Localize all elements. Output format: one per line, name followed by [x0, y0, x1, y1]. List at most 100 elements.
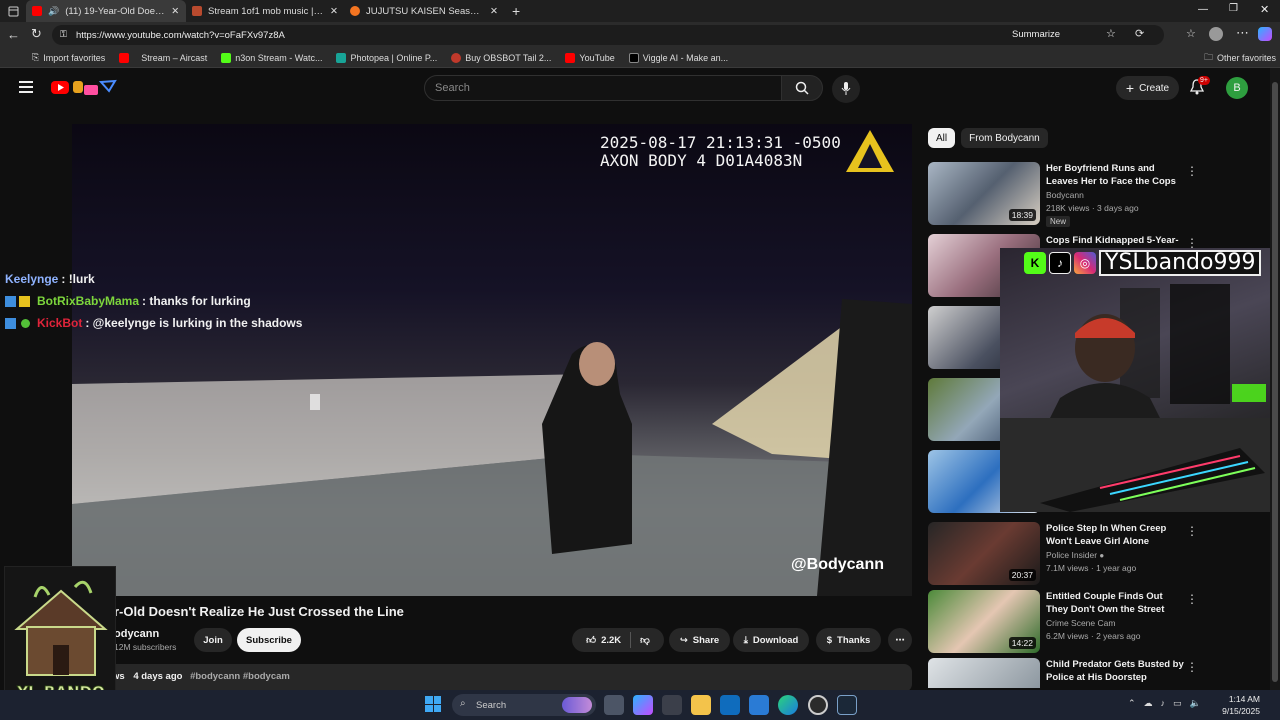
like-button[interactable]: 👍︎ 2.2K — [586, 634, 621, 647]
video-title[interactable]: Cops Find Kidnapped 5-Year- — [1046, 234, 1186, 247]
channel-name[interactable]: Bodycann — [1046, 190, 1084, 200]
thumbs-up-icon: 👍︎ — [586, 635, 597, 646]
favorite-n3on[interactable]: n3on Stream - Watc... — [221, 52, 322, 63]
chat-text: : !lurk — [61, 272, 95, 286]
favorite-photopea[interactable]: Photopea | Online P... — [336, 52, 438, 63]
favorite-import[interactable]: ⎘ Import favorites — [32, 52, 105, 63]
system-tray-icons[interactable]: ⌃☁︎♪▭🔈 — [1128, 698, 1209, 709]
url-field[interactable]: ⚿ https://www.youtube.com/watch?v=oFaFXv… — [52, 25, 1164, 45]
copilot-icon[interactable] — [1258, 27, 1272, 41]
tab-crunchyroll[interactable]: JUJUTSU KAISEN Season 2 (Engli... ✕ — [344, 0, 504, 22]
youtube-logo[interactable] — [51, 79, 117, 97]
favorite-youtube[interactable]: YouTube — [565, 52, 615, 63]
video-title[interactable]: Entitled Couple Finds Out They Don't Own… — [1046, 590, 1186, 616]
notifications-button[interactable]: 9+ — [1189, 76, 1210, 100]
video-thumbnail[interactable]: 20:37 — [928, 522, 1040, 585]
video-thumbnail[interactable]: 14:22 — [928, 590, 1040, 653]
more-actions-button[interactable]: ⋯ — [888, 628, 912, 652]
video-title: r-Old Doesn't Realize He Just Crossed th… — [114, 604, 404, 619]
recommendation-item[interactable]: 14:22 Entitled Couple Finds Out They Don… — [928, 590, 1218, 654]
page-scrollbar[interactable] — [1270, 68, 1280, 690]
start-button[interactable] — [425, 696, 441, 712]
thumbs-down-icon[interactable]: 👎︎ — [640, 634, 650, 646]
channel-name-text: Police Insider — [1046, 550, 1098, 560]
summarize-button[interactable]: Summarize — [1012, 29, 1060, 40]
copilot-app-icon[interactable] — [633, 695, 653, 715]
edge-icon[interactable] — [778, 695, 798, 715]
tab-title: JUJUTSU KAISEN Season 2 (Engli... — [366, 5, 484, 17]
task-view-icon[interactable] — [604, 695, 624, 715]
video-title[interactable]: Her Boyfriend Runs and Leaves Her to Fac… — [1046, 162, 1186, 188]
voice-search-button[interactable] — [832, 75, 860, 103]
store-icon[interactable] — [662, 695, 682, 715]
filter-chips: All From Bodycann — [928, 128, 1048, 148]
close-tab-icon[interactable]: ✕ — [171, 6, 179, 17]
profile-avatar-icon[interactable] — [1209, 27, 1223, 41]
search-input[interactable]: Search — [424, 75, 782, 101]
download-button[interactable]: ⤓ Download — [733, 628, 809, 652]
photos-icon[interactable] — [749, 695, 769, 715]
account-avatar[interactable]: B — [1226, 77, 1248, 99]
refresh-icon[interactable]: ↻ — [31, 26, 42, 42]
favorite-viggle[interactable]: Viggle AI - Make an... — [628, 52, 728, 63]
recommendation-item[interactable]: 18:39 Her Boyfriend Runs and Leaves Her … — [928, 162, 1218, 227]
scrollbar-thumb[interactable] — [1272, 82, 1278, 682]
favorite-label: Photopea | Online P... — [350, 52, 438, 63]
plus-icon: + — [1125, 80, 1135, 96]
channel-name[interactable]: odycann — [114, 628, 176, 640]
system-clock[interactable]: 1:14 AM 9/15/2025 — [1222, 693, 1260, 717]
file-explorer-icon[interactable] — [691, 695, 711, 715]
speaker-icon[interactable]: 🔊 — [48, 6, 59, 17]
extensions-icon[interactable]: ⟳ — [1135, 27, 1144, 40]
recommendation-item[interactable]: 20:37 Police Step In When Creep Won't Le… — [928, 522, 1218, 586]
close-tab-icon[interactable]: ✕ — [330, 6, 338, 17]
recommendation-item[interactable]: Child Predator Gets Busted by Police at … — [928, 658, 1218, 688]
close-tab-icon[interactable]: ✕ — [490, 6, 498, 17]
steam-icon[interactable] — [837, 695, 857, 715]
outlook-icon[interactable] — [720, 695, 740, 715]
taskbar-search[interactable]: ⌕ Search — [452, 694, 596, 716]
favorite-obsbot[interactable]: Buy OBSBOT Tail 2... — [451, 52, 551, 63]
subscribe-button[interactable]: Subscribe — [237, 628, 301, 652]
more-options-icon[interactable]: ⋮ — [1186, 660, 1198, 674]
video-title[interactable]: Police Step In When Creep Won't Leave Gi… — [1046, 522, 1186, 548]
new-badge: New — [1046, 216, 1071, 227]
video-thumbnail[interactable] — [928, 658, 1040, 688]
description-box[interactable]: ws 4 days ago #bodycann #bodycam — [72, 664, 912, 692]
channel-name[interactable]: Crime Scene Cam — [1046, 618, 1115, 628]
create-button[interactable]: + Create — [1116, 76, 1179, 100]
more-options-icon[interactable]: ⋮ — [1186, 164, 1198, 178]
chip-from-channel[interactable]: From Bodycann — [961, 128, 1048, 148]
back-icon[interactable]: ← — [7, 27, 20, 42]
window-menu-icon[interactable] — [0, 0, 26, 22]
search-button[interactable] — [781, 75, 823, 101]
obs-icon[interactable] — [808, 695, 828, 715]
tab-stream[interactable]: Stream 1of1 mob music | Listen t... ✕ — [186, 0, 344, 22]
video-meta: 218K views · 3 days ago — [1046, 203, 1139, 213]
chip-all[interactable]: All — [928, 128, 956, 148]
thanks-button[interactable]: $ Thanks — [816, 628, 881, 652]
join-button[interactable]: Join — [194, 628, 232, 652]
new-tab-button[interactable]: + — [512, 3, 520, 19]
more-menu-icon[interactable]: ⋯ — [1236, 25, 1249, 41]
hashtags[interactable]: #bodycann #bodycam — [190, 671, 290, 682]
close-window-button[interactable]: ✕ — [1260, 3, 1269, 16]
video-player[interactable]: 2025-08-17 21:13:31 -0500 AXON BODY 4 D01… — [72, 124, 912, 596]
site-info-icon[interactable]: ⚿ — [60, 29, 67, 40]
maximize-button[interactable]: ❐ — [1229, 3, 1238, 14]
channel-name[interactable]: Police Insider ● — [1046, 550, 1104, 560]
collections-icon[interactable]: ☆ — [1186, 27, 1196, 40]
favorite-aircast[interactable]: Stream – Aircast — [119, 52, 207, 63]
more-options-icon[interactable]: ⋮ — [1186, 524, 1198, 538]
chat-username: KickBot — [37, 316, 83, 330]
other-favorites[interactable]: 🗀 Other favorites — [1204, 50, 1276, 66]
favorite-star-icon[interactable]: ☆ — [1106, 27, 1116, 40]
tab-youtube[interactable]: 🔊 (11) 19-Year-Old Doesn't Re... ✕ — [26, 0, 186, 22]
hamburger-menu-icon[interactable] — [19, 81, 33, 93]
video-title[interactable]: Child Predator Gets Busted by Police at … — [1046, 658, 1186, 684]
chat-username: BotRixBabyMama — [37, 294, 140, 308]
minimize-button[interactable]: — — [1198, 4, 1208, 15]
share-button[interactable]: ↪ Share — [669, 628, 730, 652]
video-thumbnail[interactable]: 18:39 — [928, 162, 1040, 225]
more-options-icon[interactable]: ⋮ — [1186, 592, 1198, 606]
